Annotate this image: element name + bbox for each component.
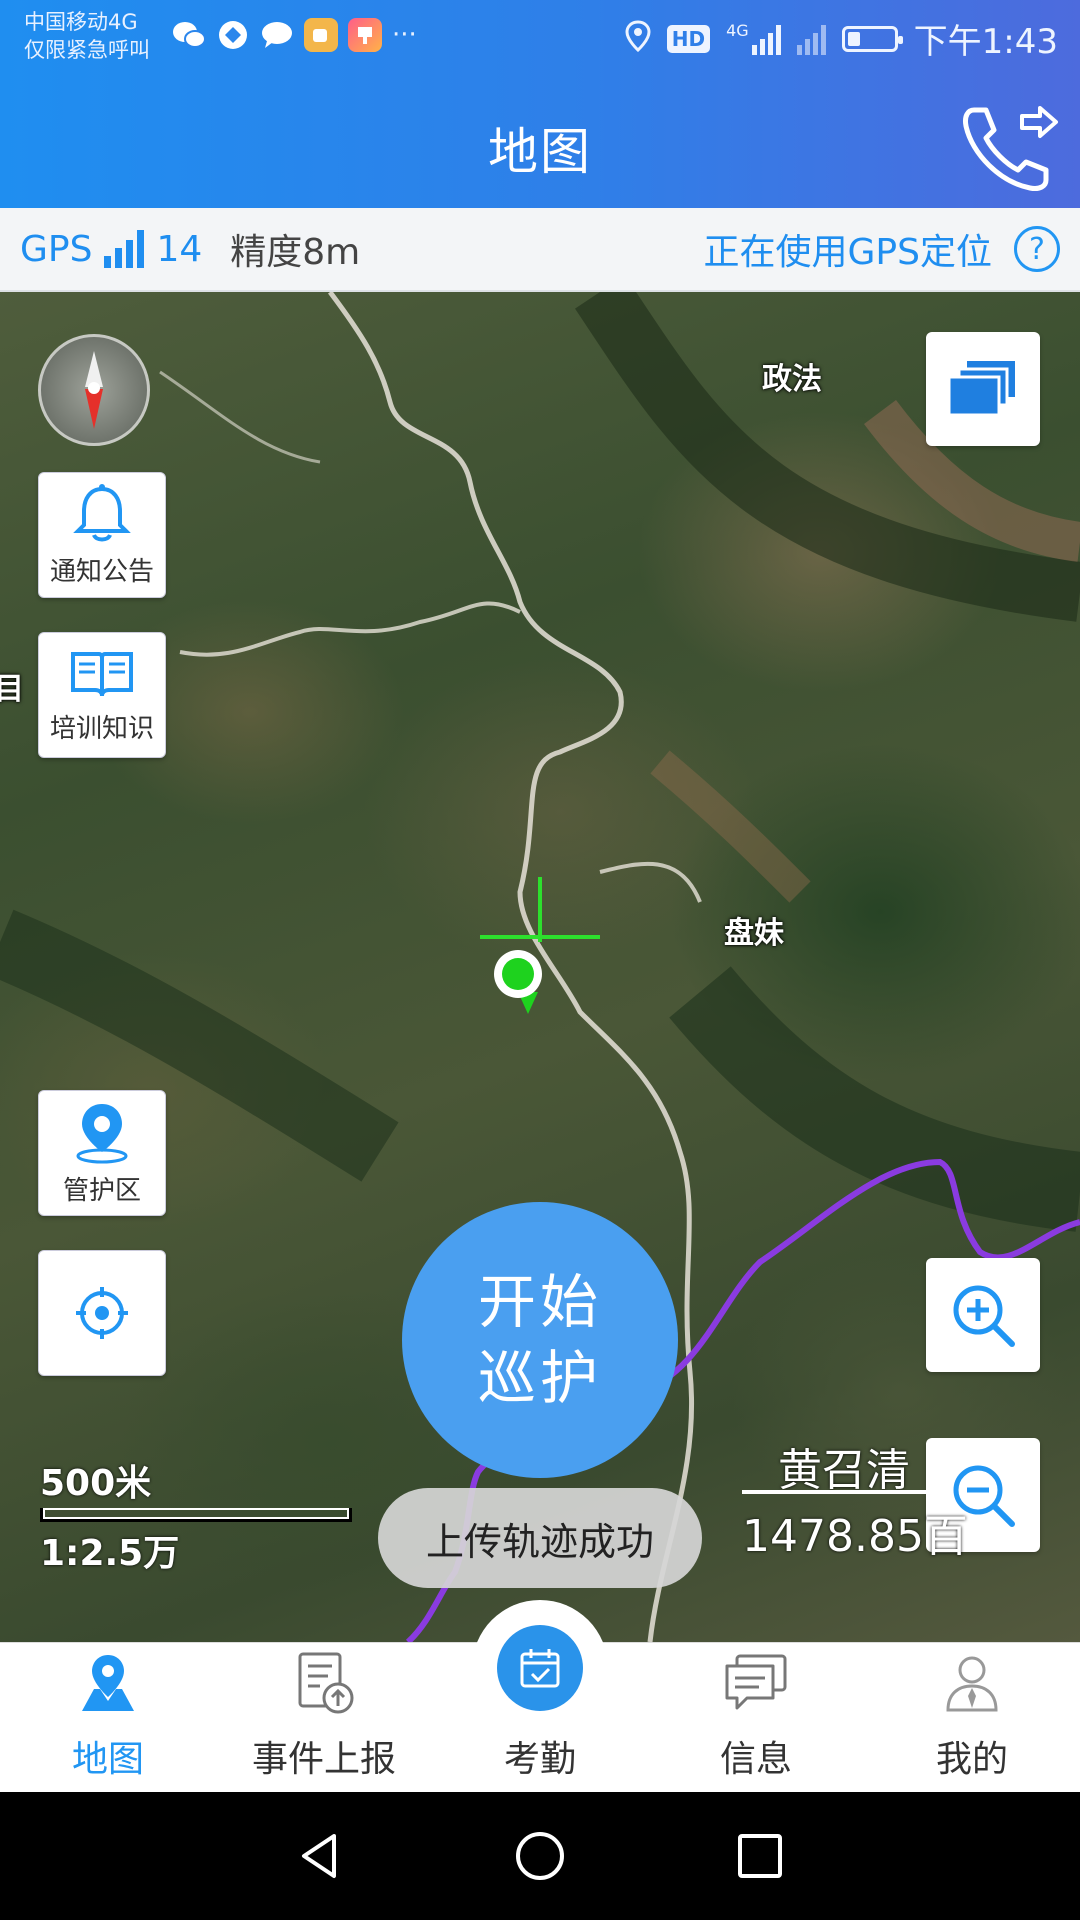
feature-area: 1478.85百 [742, 1500, 968, 1564]
report-upload-icon [292, 1643, 356, 1722]
feature-name: 黄召清 [778, 1445, 910, 1496]
gps-label: GPS [20, 228, 93, 270]
tab-map[interactable]: 地图 [0, 1643, 216, 1792]
feature-underline [742, 1490, 932, 1494]
flag-app-icon [348, 18, 382, 52]
crosshair-target-icon [76, 1287, 128, 1339]
satellite-map[interactable]: 政法 盘妹 目 通知公告 培训知识 管护区 500米 1:2.5万 黄召清 14… [0, 292, 1080, 1642]
tab-report-event-label: 事件上报 [251, 1739, 396, 1780]
tab-messages-label: 信息 [719, 1739, 792, 1780]
battery-icon [841, 25, 903, 52]
hd-badge: HD [666, 24, 711, 53]
place-label-panmei: 盘妹 [724, 916, 784, 951]
system-navigation-bar [0, 1792, 1080, 1920]
scale-ratio: 1:2.5万 [40, 1533, 180, 1574]
recents-icon[interactable] [734, 1830, 786, 1882]
feature-area-value: 1478.85 [742, 1511, 924, 1562]
start-patrol-line1: 开始 [477, 1268, 602, 1336]
road-branch-upper [159, 370, 321, 464]
place-label-edge: 目 [0, 672, 24, 707]
call-forward-button[interactable] [960, 98, 1060, 198]
map-layers-button[interactable] [926, 332, 1040, 446]
back-icon[interactable] [294, 1830, 346, 1882]
gps-accuracy: 精度8m [230, 232, 361, 273]
notice-label: 通知公告 [49, 556, 154, 587]
phone-forward-icon [963, 106, 1058, 191]
scale-bar [40, 1508, 352, 1522]
clock: 下午1:43 [913, 22, 1058, 62]
feature-label: 黄召清 1478.85百 [742, 1434, 982, 1564]
message-icon [723, 1643, 789, 1722]
layers-icon [947, 361, 1015, 417]
road-branch [179, 601, 521, 657]
tab-mine-label: 我的 [935, 1739, 1008, 1780]
map-pin-icon [76, 1643, 140, 1722]
satellite-count: 14 [156, 228, 203, 270]
more-notifications-icon: ··· [392, 20, 417, 50]
road-branch-east [599, 861, 702, 903]
start-patrol-line2: 巡护 [477, 1344, 602, 1412]
zoom-in-icon [953, 1285, 1015, 1347]
current-location-marker [494, 950, 542, 1014]
gps-signal-info: GPS 14 精度8m [20, 223, 360, 275]
gps-mode-text: 正在使用GPS定位 [703, 232, 992, 273]
protection-zone-label: 管护区 [62, 1175, 141, 1206]
gps-status-bar: GPS 14 精度8m 正在使用GPS定位 ? [0, 208, 1080, 292]
start-patrol-button[interactable]: 开始 巡护 [402, 1202, 678, 1478]
upload-success-toast: 上传轨迹成功 [378, 1488, 702, 1588]
user-icon [942, 1643, 1002, 1722]
compass-button[interactable] [38, 334, 150, 446]
training-button[interactable]: 培训知识 [38, 632, 166, 758]
cup-app-icon [304, 18, 338, 52]
locate-me-button[interactable] [38, 1250, 166, 1376]
no-signal-icon [796, 23, 826, 55]
notification-icons: ··· [172, 18, 417, 52]
training-label: 培训知识 [49, 713, 154, 744]
status-bar: 中国移动4G 仅限紧急呼叫 ··· HD 4G 下午1:43 [0, 0, 1080, 76]
signal-icon: 4G [726, 20, 781, 55]
tab-mine[interactable]: 我的 [864, 1643, 1080, 1792]
location-pin-icon [76, 1103, 128, 1163]
attendance-button[interactable] [497, 1625, 583, 1711]
compass-icon [85, 351, 103, 429]
carrier-name: 中国移动4G [24, 10, 138, 34]
page-title: 地图 [488, 123, 592, 181]
feature-area-unit: 百 [923, 1511, 968, 1562]
calendar-check-icon [520, 1649, 560, 1688]
emergency-only: 仅限紧急呼叫 [24, 38, 150, 62]
tab-map-label: 地图 [71, 1739, 144, 1780]
gps-signal-icon [104, 230, 145, 268]
zoom-in-button[interactable] [926, 1258, 1040, 1372]
gps-mode: 正在使用GPS定位 ? [704, 223, 1060, 275]
app-screen: 中国移动4G 仅限紧急呼叫 ··· HD 4G 下午1:43 地图 GPS 14… [0, 0, 1080, 1920]
location-icon [625, 19, 651, 58]
home-icon[interactable] [514, 1830, 566, 1882]
carrier-info: 中国移动4G 仅限紧急呼叫 [24, 8, 150, 64]
browser-icon [216, 18, 250, 52]
system-status: HD 4G 下午1:43 [625, 14, 1058, 63]
tab-attendance-label: 考勤 [503, 1739, 576, 1780]
wechat-icon [172, 18, 206, 52]
network-type: 4G [726, 20, 749, 40]
tab-messages[interactable]: 信息 [648, 1643, 864, 1792]
top-header: 中国移动4G 仅限紧急呼叫 ··· HD 4G 下午1:43 地图 [0, 0, 1080, 208]
tab-report-event[interactable]: 事件上报 [216, 1643, 432, 1792]
place-label-zhengfa: 政法 [762, 362, 822, 397]
message-bubble-icon [260, 18, 294, 52]
book-icon [71, 651, 133, 696]
map-scale: 500米 1:2.5万 [40, 1454, 352, 1576]
notice-button[interactable]: 通知公告 [38, 472, 166, 598]
crosshair [480, 877, 600, 942]
scale-distance: 500米 [40, 1463, 152, 1504]
protection-zone-button[interactable]: 管护区 [38, 1090, 166, 1216]
bell-icon [73, 483, 131, 541]
help-icon[interactable]: ? [1014, 226, 1060, 272]
